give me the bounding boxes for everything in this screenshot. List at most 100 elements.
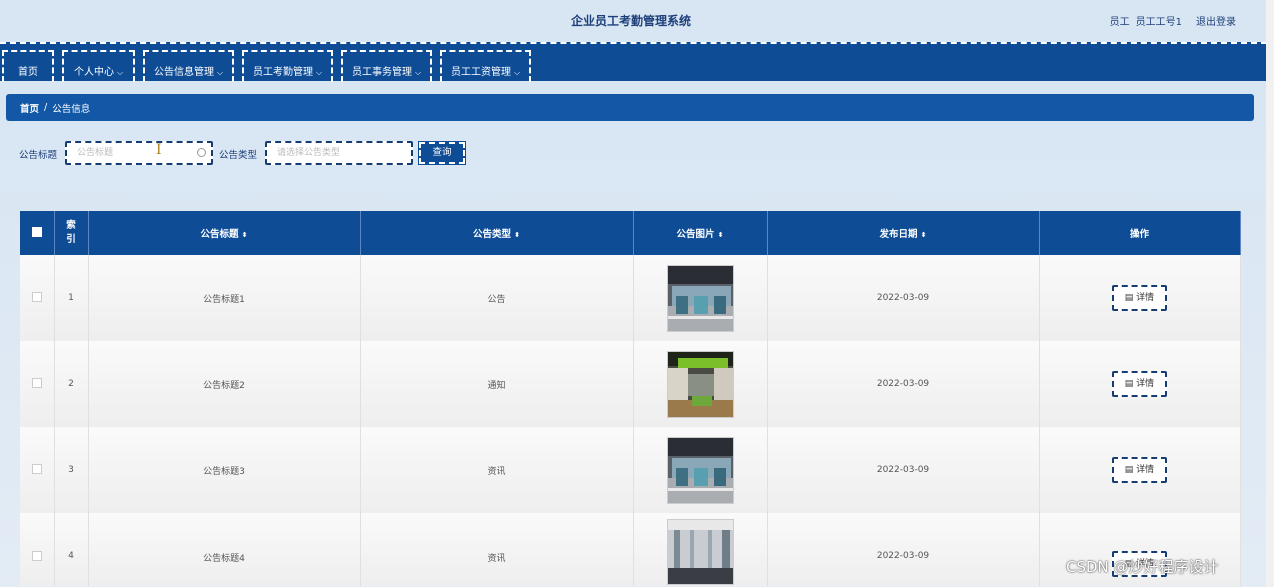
type-filter-label: 公告类型 xyxy=(219,150,258,161)
document-icon: ▤ xyxy=(1124,465,1137,475)
type-cell: 资讯 xyxy=(360,513,634,586)
select-all-cell xyxy=(20,211,55,255)
document-icon: ▤ xyxy=(1124,379,1137,389)
image-cell xyxy=(633,513,768,586)
index-cell: 3 xyxy=(54,427,89,513)
column-header-type[interactable]: 公告类型 ⬍ xyxy=(360,211,634,255)
breadcrumb: 首页 / 公告信息 xyxy=(6,94,1254,121)
action-cell: ▤ 详情 xyxy=(1039,255,1241,341)
detail-button[interactable]: ▤ 详情 xyxy=(1112,285,1167,311)
column-header-date[interactable]: 发布日期 ⬍ xyxy=(767,211,1040,255)
sort-icon[interactable]: ⬍ xyxy=(242,231,248,239)
chevron-down-icon: ⌵ xyxy=(116,68,124,77)
nav-item-salary-management[interactable]: 员工工资管理 ⌵ xyxy=(440,50,531,82)
header-label: 索引 xyxy=(66,220,76,245)
detail-label: 详情 xyxy=(1136,293,1155,303)
image-cell xyxy=(633,341,768,427)
row-checkbox[interactable] xyxy=(31,551,42,561)
query-button[interactable]: 查询 xyxy=(418,141,466,165)
index-cell: 2 xyxy=(54,341,89,427)
column-header-index: 索引 xyxy=(54,211,89,255)
row-checkbox-cell xyxy=(20,341,55,427)
chevron-down-icon: ⌵ xyxy=(216,68,224,77)
index-cell: 4 xyxy=(54,513,89,586)
nav-item-affairs-management[interactable]: 员工事务管理 ⌵ xyxy=(341,50,432,82)
header-label: 操作 xyxy=(1129,229,1149,240)
row-checkbox[interactable] xyxy=(31,291,42,302)
breadcrumb-separator: / xyxy=(44,102,48,113)
detail-button[interactable]: ▤ 详情 xyxy=(1112,371,1167,397)
title-filter-label: 公告标题 xyxy=(19,150,58,161)
detail-label: 详情 xyxy=(1136,465,1155,475)
date-cell: 2022-03-09 xyxy=(767,513,1040,586)
main-nav: 首页 个人中心 ⌵ 公告信息管理 ⌵ 员工考勤管理 ⌵ 员工事务管理 ⌵ 员工工资管理 ⌵ xyxy=(0,42,1267,82)
window-edge xyxy=(1266,0,1274,587)
user-area: 员工 员工工号1 退出登录 xyxy=(1110,13,1236,28)
header-label: 公告图片 xyxy=(676,229,715,240)
top-header: 企业员工考勤管理系统 员工 员工工号1 退出登录 xyxy=(0,0,1274,42)
nav-item-attendance-management[interactable]: 员工考勤管理 ⌵ xyxy=(242,50,333,82)
type-cell: 通知 xyxy=(360,341,634,427)
nav-label: 公告信息管理 xyxy=(153,67,214,78)
sort-icon[interactable]: ⬍ xyxy=(514,231,520,239)
header-label: 发布日期 xyxy=(879,229,918,240)
title-cell: 公告标题2 xyxy=(88,341,361,427)
row-checkbox[interactable] xyxy=(31,377,42,388)
date-cell: 2022-03-09 xyxy=(767,427,1040,513)
action-cell: ▤ 详情 xyxy=(1039,341,1241,427)
image-cell xyxy=(633,255,768,341)
row-checkbox-cell xyxy=(20,255,55,341)
notice-image[interactable] xyxy=(666,519,734,585)
text-cursor-icon: I xyxy=(156,142,162,158)
search-icon xyxy=(197,148,206,157)
title-search-input[interactable] xyxy=(65,141,213,165)
watermark: CSDN @炒好程序设计 xyxy=(1066,558,1219,576)
row-checkbox-cell xyxy=(20,513,55,586)
nav-label: 个人中心 xyxy=(73,67,114,78)
title-cell: 公告标题1 xyxy=(88,255,361,341)
breadcrumb-current: 公告信息 xyxy=(52,103,91,115)
table-row: 2 公告标题2 通知 2022-03-09 ▤ 详情 xyxy=(20,341,1241,427)
nav-item-home[interactable]: 首页 xyxy=(2,50,54,82)
date-cell: 2022-03-09 xyxy=(767,341,1040,427)
system-title: 企业员工考勤管理系统 xyxy=(570,14,691,28)
type-cell: 资讯 xyxy=(360,427,634,513)
nav-item-notice-management[interactable]: 公告信息管理 ⌵ xyxy=(143,50,234,82)
table-row: 4 公告标题4 资讯 2022-03-09 ▤ 详情 xyxy=(20,513,1241,586)
nav-label: 员工事务管理 xyxy=(351,67,412,78)
column-header-title[interactable]: 公告标题 ⬍ xyxy=(88,211,361,255)
sort-icon[interactable]: ⬍ xyxy=(718,231,724,239)
logout-link[interactable]: 退出登录 xyxy=(1196,13,1236,28)
sort-icon[interactable]: ⬍ xyxy=(921,231,927,239)
table-row: 1 公告标题1 公告 2022-03-09 ▤ 详情 xyxy=(20,255,1241,341)
notice-image[interactable] xyxy=(666,264,734,332)
breadcrumb-home[interactable]: 首页 xyxy=(20,101,39,115)
nav-label: 首页 xyxy=(18,67,38,78)
type-select[interactable] xyxy=(265,141,413,165)
select-all-checkbox[interactable] xyxy=(31,226,42,237)
action-cell: ▤ 详情 xyxy=(1039,427,1241,513)
type-cell: 公告 xyxy=(360,255,634,341)
nav-item-personal-center[interactable]: 个人中心 ⌵ xyxy=(62,50,135,82)
image-cell xyxy=(633,427,768,513)
notice-image[interactable] xyxy=(666,350,734,418)
detail-button[interactable]: ▤ 详情 xyxy=(1112,457,1167,483)
notice-table: 索引 公告标题 ⬍ 公告类型 ⬍ 公告图片 ⬍ 发布日期 ⬍ 操作 1 公告标题1 公告 xyxy=(20,211,1241,586)
row-checkbox[interactable] xyxy=(31,463,42,474)
document-icon: ▤ xyxy=(1124,293,1137,303)
row-checkbox-cell xyxy=(20,427,55,513)
table-header-row: 索引 公告标题 ⬍ 公告类型 ⬍ 公告图片 ⬍ 发布日期 ⬍ 操作 xyxy=(20,211,1241,255)
index-cell: 1 xyxy=(54,255,89,341)
notice-image[interactable] xyxy=(666,436,734,504)
nav-label: 员工工资管理 xyxy=(450,67,511,78)
table-row: 3 公告标题3 资讯 2022-03-09 ▤ 详情 xyxy=(20,427,1241,513)
title-cell: 公告标题4 xyxy=(88,513,361,586)
column-header-action: 操作 xyxy=(1039,211,1241,255)
date-cell: 2022-03-09 xyxy=(767,255,1040,341)
detail-label: 详情 xyxy=(1136,379,1155,389)
column-header-image[interactable]: 公告图片 ⬍ xyxy=(633,211,768,255)
nav-label: 员工考勤管理 xyxy=(252,67,313,78)
user-name: 员工工号1 xyxy=(1135,17,1182,28)
header-label: 公告标题 xyxy=(200,229,239,240)
header-label: 公告类型 xyxy=(473,229,512,240)
